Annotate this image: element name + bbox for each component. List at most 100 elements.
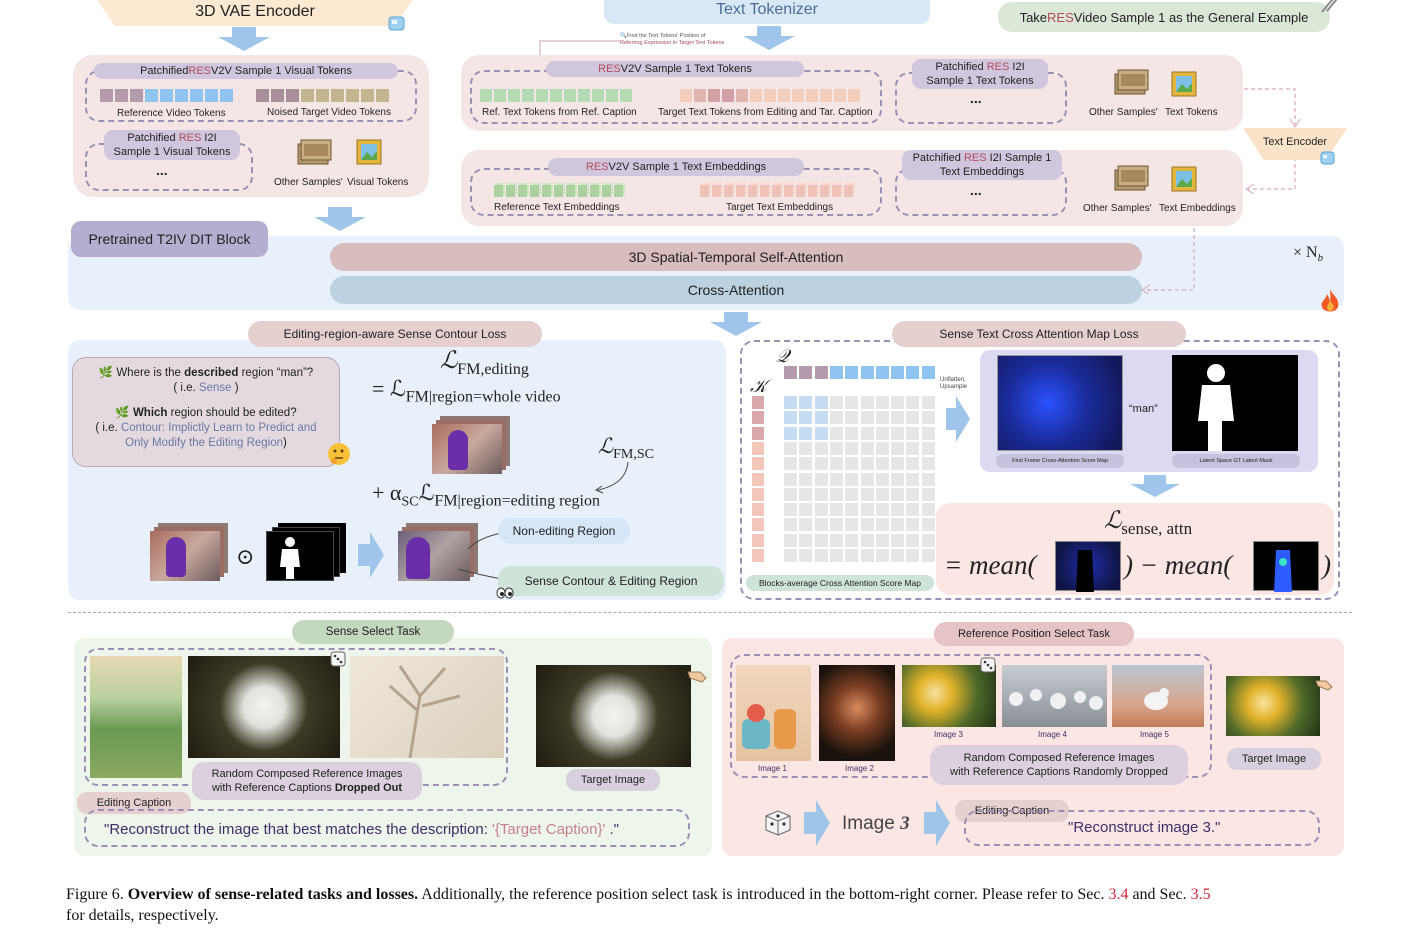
eq-line2: = ℒFM|region=whole video	[372, 376, 561, 406]
token-cell	[480, 89, 492, 102]
picture-icon	[1170, 70, 1198, 98]
token-cell	[145, 89, 158, 102]
attn-cell	[860, 503, 874, 517]
attn-cell	[921, 533, 935, 547]
attn-cell	[845, 472, 859, 486]
masked-attn-outside	[1055, 541, 1121, 592]
ref-pos-target-image	[1226, 676, 1320, 736]
attn-cell	[875, 549, 889, 562]
token-cell	[361, 89, 374, 102]
image-2-label: Image 2	[845, 764, 874, 773]
thinking-face-icon	[326, 441, 352, 467]
arrow-down-icon	[710, 312, 762, 336]
attn-cell	[891, 441, 905, 455]
mean-eq-close: )	[1322, 550, 1331, 580]
q-token	[784, 366, 797, 379]
v2v-text-tokens-title: RES V2V Sample 1 Text Tokens	[546, 61, 804, 77]
link-sec-3-4[interactable]: 3.4	[1108, 886, 1128, 903]
attn-cell	[845, 411, 859, 425]
ref-pos-select-title: Reference Position Select Task	[934, 622, 1134, 646]
visual-tokens-label: Visual Tokens	[347, 177, 409, 188]
token-cell	[522, 89, 534, 102]
token-cell	[590, 185, 599, 197]
ref-image-5	[1112, 665, 1204, 727]
text-tokenizer-box: Text Tokenizer	[604, 0, 930, 24]
target-text-tokens-label: Target Text Tokens from Editing and Tar.…	[658, 107, 873, 118]
ref-pos-random-label: Random Composed Reference Images with Re…	[930, 745, 1188, 785]
cross-attention-bar: Cross-Attention	[330, 276, 1142, 304]
film-strip-icon	[296, 136, 332, 168]
attn-cell	[845, 503, 859, 517]
attn-cell	[906, 411, 920, 425]
k-token	[752, 457, 764, 471]
picture-icon	[1170, 165, 1198, 193]
times-nb-label: × Nb	[1293, 244, 1324, 265]
attn-cell	[784, 411, 797, 425]
attn-cell	[875, 441, 889, 455]
text-encoder-label: Text Encoder	[1262, 136, 1328, 148]
attn-cell	[891, 518, 905, 532]
attn-cell	[845, 533, 859, 547]
text-embeddings-label: Text Embeddings	[1159, 203, 1236, 214]
k-token	[752, 487, 764, 501]
token-cell	[722, 89, 734, 102]
figure-caption: Figure 6. Overview of sense-related task…	[66, 886, 1211, 924]
attn-cell	[829, 487, 843, 501]
attn-cell	[860, 472, 874, 486]
q-token	[921, 366, 935, 379]
token-cell	[190, 89, 203, 102]
blocks-average-label: Blocks-average Cross Attention Score Map	[746, 575, 934, 591]
attn-cell	[799, 411, 813, 425]
attn-cell	[860, 426, 874, 440]
token-cell	[494, 185, 503, 197]
arrow-right-icon	[358, 532, 384, 578]
arrow-right-icon	[804, 800, 830, 846]
token-cell	[494, 89, 506, 102]
landscape-image	[90, 656, 182, 778]
attn-cell	[799, 472, 813, 486]
token-cell	[784, 185, 793, 197]
attn-cell	[921, 457, 935, 471]
ref-text-tokens-label: Ref. Text Tokens from Ref. Caption	[482, 107, 637, 118]
attn-cell	[845, 549, 859, 562]
attn-cell	[784, 533, 797, 547]
token-cell	[820, 89, 832, 102]
token-cell	[160, 89, 173, 102]
q-token	[891, 366, 905, 379]
ref-pos-caption-text: "Reconstruct image 3."	[1068, 819, 1221, 836]
section-divider	[68, 612, 1352, 613]
ref-image-2	[819, 665, 895, 761]
other-samples-label: Other Samples'	[274, 177, 343, 188]
k-token	[752, 533, 764, 547]
attn-cell	[906, 549, 920, 562]
token-cell	[578, 185, 587, 197]
attn-cell	[906, 503, 920, 517]
attn-cell	[906, 533, 920, 547]
attn-cell	[891, 549, 905, 562]
mean-eq-1: = mean(	[944, 550, 1037, 580]
masked-attn-inside	[1253, 541, 1319, 592]
odot-operator: ⊙	[236, 544, 255, 569]
attn-cell	[829, 472, 843, 486]
attn-cell	[799, 549, 813, 562]
token-cell	[772, 185, 781, 197]
attn-cell	[829, 396, 843, 409]
k-token	[752, 411, 764, 425]
attn-cell	[891, 396, 905, 409]
attn-cell	[906, 487, 920, 501]
attn-cell	[875, 518, 889, 532]
image-3-label: Image 3	[934, 730, 963, 739]
token-cell	[331, 89, 344, 102]
attn-cell	[799, 457, 813, 471]
token-cell	[542, 185, 551, 197]
token-cell	[220, 89, 233, 102]
token-cell	[205, 89, 218, 102]
token-cell	[760, 185, 769, 197]
attn-cell	[891, 503, 905, 517]
token-cell	[844, 185, 853, 197]
link-sec-3-5[interactable]: 3.5	[1191, 886, 1211, 903]
token-cell	[834, 89, 846, 102]
attn-cell	[860, 518, 874, 532]
ellipsis: ...	[970, 90, 982, 106]
attn-cell	[829, 533, 843, 547]
